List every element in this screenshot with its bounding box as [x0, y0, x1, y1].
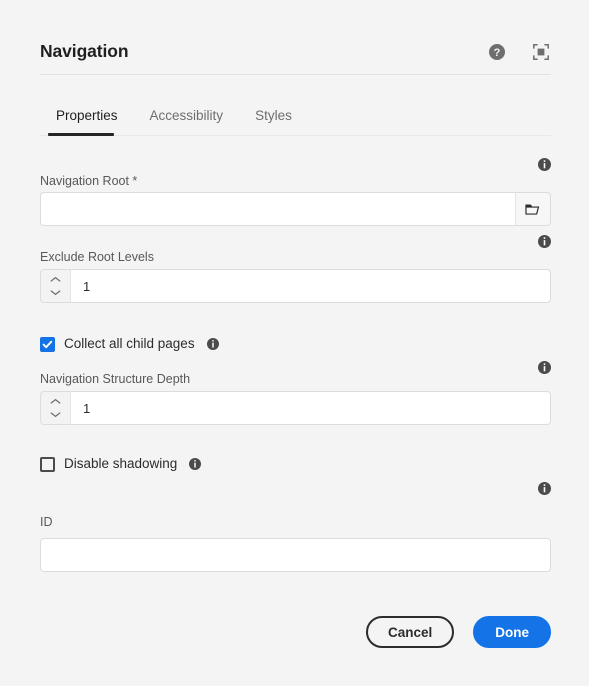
- header-actions: ?: [487, 42, 551, 62]
- dialog-footer: Cancel Done: [40, 616, 551, 648]
- chevron-down-icon[interactable]: [48, 288, 64, 298]
- chevron-up-icon[interactable]: [48, 397, 64, 407]
- tab-properties[interactable]: Properties: [40, 101, 134, 131]
- exclude-root-levels-stepper-buttons: [40, 269, 72, 303]
- info-icon-exclude-root-levels[interactable]: [538, 235, 551, 248]
- info-icon-disable-shadowing[interactable]: [189, 458, 202, 470]
- navigation-root-input[interactable]: [40, 192, 515, 226]
- svg-text:?: ?: [494, 47, 501, 59]
- label-navigation-root: Navigation Root *: [40, 174, 138, 188]
- tabs-underline: [40, 135, 551, 136]
- field-collect-all-child-pages: Collect all child pages: [0, 306, 589, 352]
- exclude-root-levels-stepper: [40, 269, 551, 303]
- field-navigation-structure-depth: Navigation Structure Depth: [0, 349, 589, 427]
- tab-accessibility[interactable]: Accessibility: [134, 101, 240, 131]
- exclude-root-levels-input[interactable]: [71, 269, 551, 303]
- field-id: ID: [0, 470, 589, 572]
- label-id: ID: [40, 515, 53, 529]
- info-icon-navigation-structure-depth[interactable]: [538, 361, 551, 374]
- navigation-structure-depth-stepper-buttons: [40, 391, 72, 425]
- dialog-header: Navigation ?: [40, 34, 551, 70]
- folder-icon[interactable]: [514, 192, 551, 226]
- field-exclude-root-levels: Exclude Root Levels: [0, 228, 589, 306]
- properties-form: Navigation Root * Exclude Root Levels 1 …: [0, 150, 589, 572]
- tab-active-indicator: [48, 133, 114, 136]
- field-navigation-root: Navigation Root *: [0, 150, 589, 228]
- help-circle-icon[interactable]: ?: [487, 42, 507, 62]
- info-icon-id[interactable]: [538, 482, 551, 495]
- navigation-structure-depth-input[interactable]: [71, 391, 551, 425]
- header-divider: [40, 74, 551, 75]
- field-disable-shadowing: Disable shadowing: [0, 427, 589, 472]
- chevron-up-icon[interactable]: [48, 275, 64, 285]
- navigation-root-control: [40, 192, 551, 226]
- tab-styles[interactable]: Styles: [239, 101, 308, 131]
- id-input[interactable]: [40, 538, 551, 572]
- tab-list: Properties Accessibility Styles: [40, 101, 551, 135]
- page-title: Navigation: [40, 41, 129, 62]
- navigation-dialog: Navigation ? Properties Accessibility St…: [0, 0, 589, 686]
- info-icon-navigation-root[interactable]: [538, 158, 551, 171]
- fullscreen-icon[interactable]: [531, 42, 551, 62]
- done-button[interactable]: Done: [473, 616, 551, 648]
- label-navigation-structure-depth: Navigation Structure Depth: [40, 372, 191, 386]
- cancel-button[interactable]: Cancel: [365, 616, 455, 648]
- disable-shadowing-label: Disable shadowing: [64, 456, 178, 472]
- chevron-down-icon[interactable]: [48, 410, 64, 420]
- label-exclude-root-levels: Exclude Root Levels: [40, 250, 154, 264]
- navigation-structure-depth-stepper: [40, 391, 551, 425]
